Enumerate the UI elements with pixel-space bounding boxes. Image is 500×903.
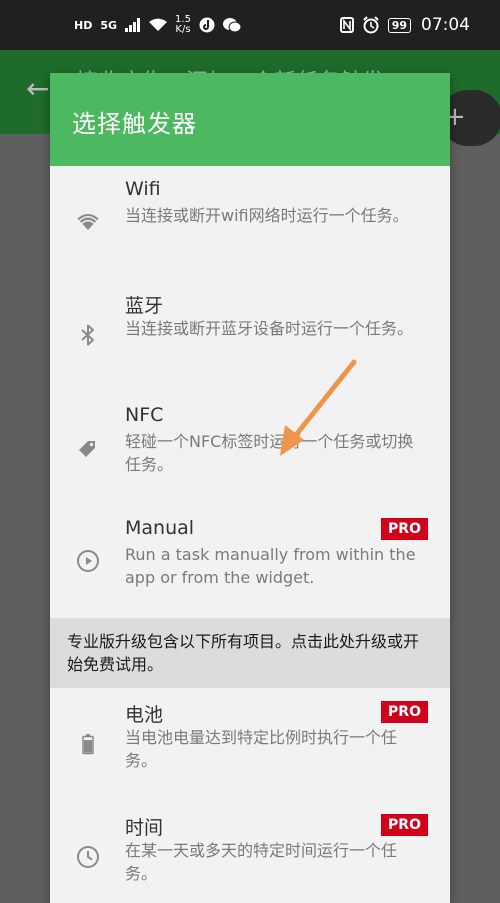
battery-icon [82,734,94,755]
trigger-description: Run a task manually from within the app … [125,545,416,587]
pro-badge: PRO [381,518,428,540]
trigger-title: NFC [125,404,164,426]
back-arrow-icon: ← [26,72,50,105]
dialog-title: 选择触发器 [50,73,450,166]
status-bar: HD 5G 1.5 K/s 99 07:04 [0,0,500,50]
trigger-item-battery[interactable]: 电池 当电池电量达到特定比例时执行一个任务。 PRO [50,688,450,801]
trigger-description: 轻碰一个NFC标签时运行一个任务或切换任务。 [125,432,414,474]
play-circle-icon [77,550,99,572]
wifi-status-icon [149,18,168,31]
trigger-title: Manual [125,517,195,539]
select-trigger-dialog: 选择触发器 Wifi 当连接或断开wifi网络时运行一个任务。 蓝牙 当连接或断… [50,73,450,903]
pro-badge: PRO [381,701,428,723]
signal-icon [125,18,141,32]
network-speed: 1.5 K/s [175,14,191,35]
trigger-description: 当电池电量达到特定比例时执行一个任务。 [125,728,398,770]
trigger-title: 电池 [125,704,164,726]
hd-indicator: HD [74,18,93,32]
trigger-title: Wifi [125,178,161,200]
trigger-description: 当连接或断开wifi网络时运行一个任务。 [125,206,409,225]
trigger-item-wifi[interactable]: Wifi 当连接或断开wifi网络时运行一个任务。 [50,166,450,279]
network-type: 5G [100,18,118,32]
trigger-item-nfc[interactable]: NFC 轻碰一个NFC标签时运行一个任务或切换任务。 [50,392,450,505]
nfc-status-icon [339,17,354,33]
trigger-item-manual[interactable]: Manual Run a task manually from within t… [50,505,450,618]
clock-icon [77,846,99,868]
tiktok-icon [199,17,215,33]
battery-indicator: 99 [387,17,411,33]
trigger-description: 在某一天或多天的特定时间运行一个任务。 [125,841,398,883]
trigger-description: 当连接或断开蓝牙设备时运行一个任务。 [125,319,414,338]
wifi-icon [77,214,99,230]
alarm-icon [362,16,379,34]
pro-badge: PRO [381,814,428,836]
nfc-tag-icon [79,441,95,457]
pro-upgrade-banner[interactable]: 专业版升级包含以下所有项目。点击此处升级或开始免费试用。 [50,618,450,688]
trigger-title: 蓝牙 [125,295,164,317]
clock-time: 07:04 [421,15,470,35]
trigger-title: 时间 [125,817,164,839]
bluetooth-icon [81,324,94,346]
wechat-icon [222,18,241,33]
trigger-item-bluetooth[interactable]: 蓝牙 当连接或断开蓝牙设备时运行一个任务。 [50,279,450,392]
